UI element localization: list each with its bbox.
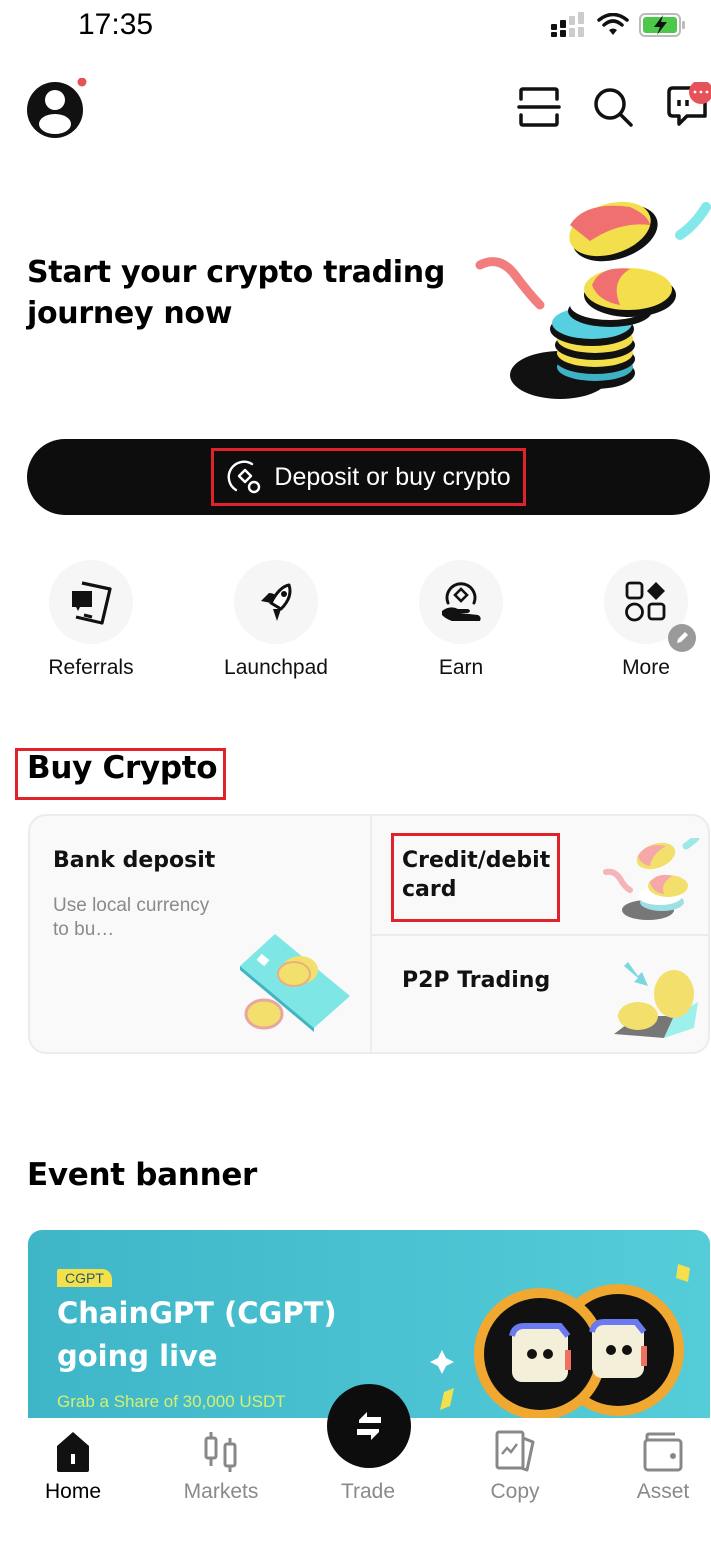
- nav-copy[interactable]: Copy: [455, 1430, 575, 1504]
- event-banner-title: Event banner: [27, 1157, 258, 1193]
- event-headline-line1: ChainGPT (CGPT): [57, 1296, 337, 1330]
- quick-action-referrals[interactable]: Referrals: [16, 560, 166, 680]
- grid-more-icon: [625, 581, 666, 622]
- nav-home[interactable]: Home: [13, 1430, 133, 1504]
- battery-charging-icon: [639, 13, 685, 37]
- home-icon: [57, 1432, 89, 1472]
- buy-crypto-title: Buy Crypto: [27, 750, 218, 786]
- scan-icon[interactable]: [517, 85, 561, 129]
- nav-markets[interactable]: Markets: [161, 1430, 281, 1504]
- coin-stack-illustration: [475, 201, 711, 399]
- nav-label: Markets: [183, 1480, 259, 1503]
- event-headline: ChainGPT (CGPT) going live: [57, 1292, 337, 1378]
- quick-action-label: Earn: [438, 656, 484, 679]
- rocket-icon: [261, 583, 292, 621]
- hero-title: Start your crypto trading journey now: [27, 255, 446, 331]
- nav-label: Asset: [636, 1480, 690, 1503]
- copy-trading-icon: [495, 1430, 535, 1472]
- coins-illustration: [603, 838, 700, 920]
- nav-asset[interactable]: Asset: [603, 1430, 711, 1504]
- bank-deposit-title: Bank deposit: [53, 848, 216, 873]
- p2p-illustration: [614, 962, 698, 1038]
- bank-card-illustration: [240, 934, 350, 1032]
- quick-action-more[interactable]: More: [571, 560, 711, 680]
- trade-button[interactable]: [327, 1384, 411, 1468]
- deposit-highlight-box: Deposit or buy crypto: [211, 448, 526, 506]
- cgpt-coins-illustration: [430, 1264, 690, 1420]
- event-subline: Grab a Share of 30,000 USDT: [57, 1392, 286, 1411]
- referrals-icon: [72, 581, 112, 625]
- quick-action-label: Referrals: [48, 656, 134, 679]
- bottom-navigation: Home Markets Trade Copy Asset: [0, 1384, 711, 1542]
- header-actions: [517, 82, 711, 132]
- status-time: 17:35: [78, 8, 154, 41]
- nav-label: Trade: [340, 1480, 396, 1503]
- notification-dot: [77, 77, 87, 87]
- swap-arrows-icon: [357, 1412, 381, 1440]
- credit-debit-highlight-box: [391, 833, 560, 922]
- p2p-trading-option[interactable]: P2P Trading: [372, 936, 708, 1052]
- status-icons: [549, 12, 687, 38]
- candlestick-icon: [204, 1432, 237, 1472]
- bank-deposit-subtitle: Use local currency to bu…: [53, 895, 210, 940]
- earn-hand-icon: [442, 582, 481, 621]
- quick-action-label: Launchpad: [224, 656, 328, 679]
- messages-icon[interactable]: [665, 82, 711, 132]
- signal-icon: [551, 12, 584, 37]
- quick-action-earn[interactable]: Earn: [386, 560, 536, 680]
- nav-label: Home: [44, 1480, 102, 1503]
- profile-avatar-button[interactable]: [26, 77, 87, 138]
- event-tag: CGPT: [57, 1269, 112, 1287]
- nav-label: Copy: [490, 1480, 540, 1503]
- deposit-or-buy-crypto-button[interactable]: Deposit or buy crypto: [27, 439, 710, 515]
- search-icon[interactable]: [591, 85, 635, 129]
- bank-deposit-option[interactable]: Bank deposit Use local currency to bu…: [30, 816, 372, 1052]
- edit-pencil-icon[interactable]: [668, 624, 696, 652]
- deposit-button-label: Deposit or buy crypto: [274, 462, 511, 491]
- wallet-icon: [643, 1432, 683, 1472]
- p2p-trading-title: P2P Trading: [402, 968, 551, 993]
- event-headline-line2: going live: [57, 1339, 218, 1373]
- nav-trade[interactable]: Trade: [308, 1480, 428, 1504]
- user-avatar-icon: [27, 77, 87, 138]
- deposit-coin-icon: [227, 460, 261, 494]
- quick-action-launchpad[interactable]: Launchpad: [201, 560, 351, 680]
- quick-action-label: More: [622, 656, 670, 679]
- wifi-icon: [597, 13, 629, 35]
- buy-crypto-card: Bank deposit Use local currency to bu… C…: [28, 814, 710, 1054]
